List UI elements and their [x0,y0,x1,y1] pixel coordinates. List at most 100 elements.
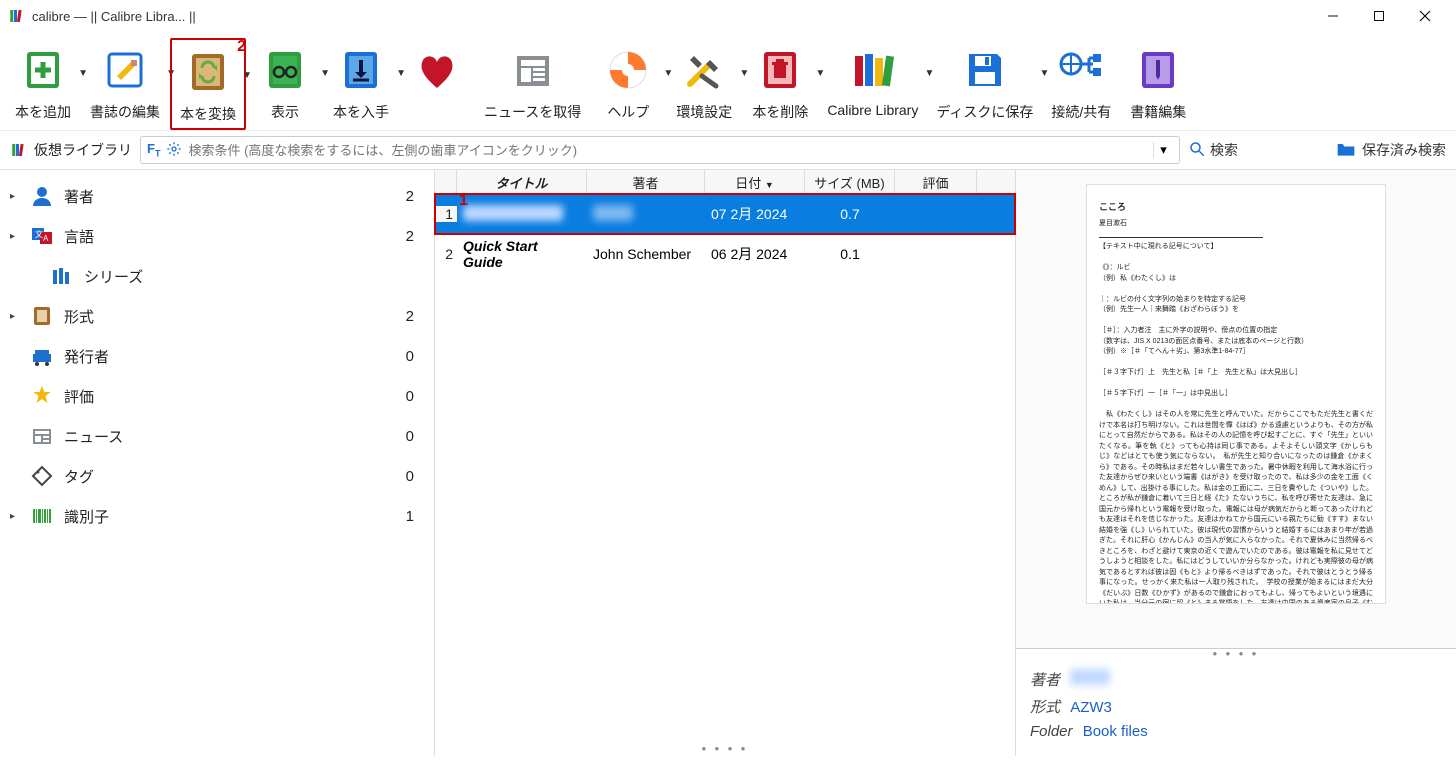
news-icon [30,424,54,448]
annotation-marker: 1 [453,192,474,210]
toolbar-help[interactable]: ヘルプ▼ [591,38,665,126]
sidebar-item-rating[interactable]: 評価 0 [4,376,430,416]
col-title[interactable]: タイトル [457,170,587,193]
toolbar-library[interactable]: Calibre Library▼ [819,38,926,122]
editmeta-icon [97,42,153,98]
expand-icon[interactable]: ▸ [10,511,20,522]
toolbar-save[interactable]: ディスクに保存▼ [928,38,1041,126]
search-input[interactable] [188,143,1143,158]
splitter-horizontal[interactable]: ● ● ● ● [702,744,749,754]
col-size[interactable]: サイズ (MB) [805,170,895,193]
toolbar-news[interactable]: ニュースを取得 [476,38,589,126]
expand-icon[interactable]: ▸ [10,311,20,322]
fetch-icon [333,42,389,98]
cell-author: John Schember [587,246,705,262]
toolbar-heart[interactable] [400,38,474,122]
cell-author [587,205,705,224]
sidebar-label: 評価 [64,386,396,407]
format-label: 形式 [1030,699,1060,716]
author-label: 著者 [1030,672,1060,689]
go-search-button[interactable]: 検索 [1188,140,1238,161]
maximize-button[interactable] [1356,0,1402,32]
toolbar-connect[interactable]: 接続/共有 [1043,38,1119,126]
toolbar-label: Calibre Library [827,102,918,118]
toolbar-convert[interactable]: 本を変換▼2 [170,38,246,130]
toolbar-label: ディスクに保存 [936,102,1033,122]
sidebar-count: 0 [406,348,424,365]
search-dropdown[interactable]: ▾ [1153,142,1173,158]
titlebar: calibre — || Calibre Libra... || [0,0,1456,32]
go-search-label: 検索 [1210,140,1238,160]
cell-title: Quick Start Guide [457,238,587,270]
help-icon [600,42,656,98]
ft-icon[interactable]: FT [147,141,160,159]
annotation-marker: 2 [237,38,246,56]
table-row[interactable]: 1 07 2月 2024 0.7 1 [435,194,1015,234]
table-header: タイトル 著者 日付 ▼ サイズ (MB) 評価 [435,170,1015,194]
saved-search-button[interactable]: 保存済み検索 [1336,140,1446,161]
svg-text:A: A [43,234,49,243]
toolbar-label: 書誌の編集 [90,102,160,122]
virtual-library-button[interactable]: 仮想ライブラリ [10,140,132,160]
table-row[interactable]: 2 Quick Start Guide John Schember 06 2月 … [435,234,1015,274]
connect-icon [1053,42,1109,98]
sidebar-item-tag[interactable]: タグ 0 [4,456,430,496]
toolbar-label: 書籍編集 [1130,102,1186,122]
sidebar-count: 0 [406,388,424,405]
toolbar-prefs[interactable]: 環境設定▼ [667,38,741,126]
toolbar-label: ヘルプ [607,102,649,122]
view-icon [257,42,313,98]
minimize-button[interactable] [1310,0,1356,32]
expand-icon[interactable]: ▸ [10,191,20,202]
sidebar-count: 0 [406,468,424,485]
lang-icon: 文A [30,224,54,248]
col-date[interactable]: 日付 ▼ [705,170,805,193]
sidebar-item-publisher[interactable]: 発行者 0 [4,336,430,376]
sidebar-item-news[interactable]: ニュース 0 [4,416,430,456]
toolbar-add[interactable]: 本を追加▼ [6,38,80,126]
format-icon [30,304,54,328]
cell-date: 06 2月 2024 [705,244,805,264]
toolbar-label: 表示 [271,102,299,122]
book-list: タイトル 著者 日付 ▼ サイズ (MB) 評価 1 07 2月 2024 0.… [435,170,1016,756]
toolbar-view[interactable]: 表示▼ [248,38,322,126]
format-link[interactable]: AZW3 [1070,699,1112,716]
toolbar-label: 本を追加 [15,102,71,122]
preview-page: こころ 夏目漱石 【テキスト中に現れる記号について】 《》：ルビ （例）私《わた… [1086,184,1386,604]
cover-preview[interactable]: こころ 夏目漱石 【テキスト中に現れる記号について】 《》：ルビ （例）私《わた… [1016,170,1456,649]
toolbar-editbook[interactable]: 書籍編集 [1121,38,1195,126]
saved-search-label: 保存済み検索 [1362,140,1446,160]
virtual-library-label: 仮想ライブラリ [34,140,132,160]
col-author[interactable]: 著者 [587,170,705,193]
sidebar-item-series[interactable]: シリーズ [4,256,430,296]
sidebar-count: 2 [406,188,424,205]
row-number: 2 [435,246,457,262]
col-rating[interactable]: 評価 [895,170,977,193]
sidebar-item-lang[interactable]: ▸ 文A 言語 2 [4,216,430,256]
cell-title [457,205,587,224]
toolbar-label: ニュースを取得 [484,102,581,122]
sidebar-count: 2 [406,228,424,245]
toolbar-label: 環境設定 [676,102,732,122]
toolbar-remove[interactable]: 本を削除▼ [743,38,817,126]
editbook-icon [1130,42,1186,98]
folder-link[interactable]: Book files [1083,723,1148,740]
expand-icon[interactable]: ▸ [10,231,20,242]
sidebar-item-author[interactable]: ▸ 著者 2 [4,176,430,216]
gear-icon[interactable] [166,141,182,160]
sidebar-item-ident[interactable]: ▸ 識別子 1 [4,496,430,536]
toolbar-label: 本を削除 [752,102,808,122]
tag-browser: ▸ 著者 2▸ 文A 言語 2 シリーズ ▸ 形式 2 発行者 0 評価 0 ニ… [0,170,435,756]
sidebar-label: ニュース [64,426,396,447]
cell-size: 0.1 [805,246,895,262]
sidebar-item-format[interactable]: ▸ 形式 2 [4,296,430,336]
convert-icon [180,44,236,100]
close-button[interactable] [1402,0,1448,32]
toolbar-editmeta[interactable]: 書誌の編集▼ [82,38,168,126]
main-toolbar: 本を追加▼書誌の編集▼本を変換▼2表示▼本を入手▼ニュースを取得ヘルプ▼環境設定… [0,32,1456,130]
toolbar-fetch[interactable]: 本を入手▼ [324,38,398,126]
sidebar-label: タグ [64,466,396,487]
books-icon [10,141,28,159]
splitter-vertical[interactable]: ● ● ● ● [1016,649,1456,659]
folder-label: Folder [1030,723,1073,740]
